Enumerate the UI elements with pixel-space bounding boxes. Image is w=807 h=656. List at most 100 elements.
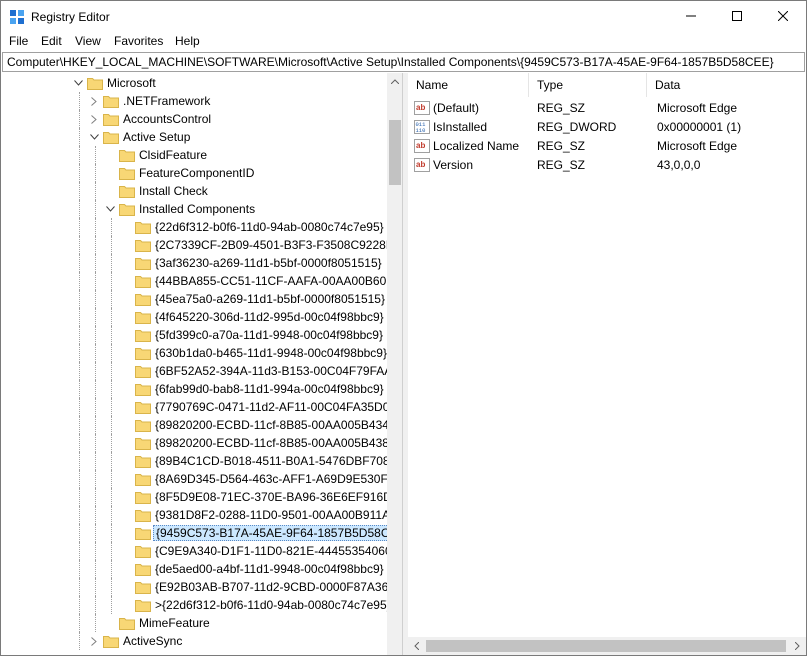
tree-item[interactable]: {6fab99d0-bab8-11d1-994a-00c04f98bbc9}: [1, 380, 387, 398]
tree-guide-line: [79, 560, 80, 578]
tree-guide-line: [79, 524, 80, 542]
folder-icon: [103, 130, 119, 144]
tree-item[interactable]: {2C7339CF-2B09-4501-B3F3-F3508C9228ED}: [1, 236, 402, 254]
tree-item[interactable]: FeatureComponentID: [1, 164, 387, 182]
tree-item[interactable]: {89B4C1CD-B018-4511-B0A1-5476DBF70820}: [1, 452, 402, 470]
chevron-down-icon[interactable]: [72, 77, 84, 89]
tree-item[interactable]: ActiveSync: [1, 632, 387, 650]
tree-scroll-thumb[interactable]: [389, 120, 401, 185]
chevron-right-icon[interactable]: [88, 95, 100, 107]
values-list-pane[interactable]: Name Type Data ab (Default) REG_SZ Micro…: [408, 73, 806, 655]
tree-item[interactable]: {45ea75a0-a269-11d1-b5bf-0000f8051515}: [1, 290, 387, 308]
tree-item[interactable]: {8A69D345-D564-463c-AFF1-A69D9E530F96}: [1, 470, 402, 488]
tree-guide-line: [95, 398, 96, 416]
tree-guide-line: [79, 398, 80, 416]
string-value-icon: ab: [414, 100, 430, 116]
tree-item[interactable]: >{22d6f312-b0f6-11d0-94ab-0080c74c7e95}: [1, 596, 391, 614]
tree-guide-line: [95, 200, 96, 218]
tree-item[interactable]: {22d6f312-b0f6-11d0-94ab-0080c74c7e95}: [1, 218, 387, 236]
tree-guide-line: [95, 272, 96, 290]
address-bar[interactable]: Computer\HKEY_LOCAL_MACHINE\SOFTWARE\Mic…: [2, 52, 805, 72]
menu-file[interactable]: File: [9, 34, 28, 48]
tree-guide-line: [111, 488, 112, 506]
tree-item[interactable]: {C9E9A340-D1F1-11D0-821E-444553540600}: [1, 542, 402, 560]
value-row[interactable]: 011 110 IsInstalled REG_DWORD 0x00000001 …: [408, 117, 806, 136]
close-button[interactable]: [760, 1, 806, 31]
folder-icon: [119, 184, 135, 198]
folder-icon: [135, 328, 151, 342]
minimize-icon: [686, 15, 696, 17]
value-row[interactable]: ab (Default) REG_SZ Microsoft Edge: [408, 98, 806, 117]
tree-item[interactable]: AccountsControl: [1, 110, 387, 128]
menu-help[interactable]: Help: [175, 34, 200, 48]
tree-item[interactable]: {89820200-ECBD-11cf-8B85-00AA005B4383}: [1, 434, 400, 452]
tree-item-label: {89820200-ECBD-11cf-8B85-00AA005B4383}: [155, 436, 400, 450]
tree-item[interactable]: {44BBA855-CC51-11CF-AAFA-00AA00B6015F}: [1, 272, 402, 290]
tree-item[interactable]: Install Check: [1, 182, 387, 200]
tree-item-label: {2C7339CF-2B09-4501-B3F3-F3508C9228ED}: [155, 238, 403, 252]
tree-guide-line: [79, 416, 80, 434]
chevron-right-icon[interactable]: [88, 113, 100, 125]
value-data: Microsoft Edge: [657, 101, 738, 115]
minimize-button[interactable]: [668, 1, 714, 31]
tree-item[interactable]: {E92B03AB-B707-11d2-9CBD-0000F87A369E}: [1, 578, 402, 596]
tree-item[interactable]: Microsoft: [1, 74, 387, 92]
tree-item[interactable]: {6BF52A52-394A-11d3-B153-00C04F79FAA6}: [1, 362, 402, 380]
tree-item-label: {9381D8F2-0288-11D0-9501-00AA00B911A5}: [155, 508, 401, 522]
tree-guide-line: [79, 200, 80, 218]
tree-guide-line: [79, 182, 80, 200]
tree-item[interactable]: MimeFeature: [1, 614, 387, 632]
chevron-down-icon[interactable]: [88, 131, 100, 143]
column-header-data[interactable]: Data: [647, 73, 797, 97]
scroll-right-arrow[interactable]: [789, 637, 806, 655]
scroll-up-arrow[interactable]: [387, 73, 402, 90]
menu-view[interactable]: View: [75, 34, 101, 48]
tree-guide-line: [111, 380, 112, 398]
tree-item[interactable]: Active Setup: [1, 128, 387, 146]
chevron-right-icon[interactable]: [88, 635, 100, 647]
tree-item[interactable]: {7790769C-0471-11d2-AF11-00C04FA35D02}: [1, 398, 400, 416]
key-tree-pane[interactable]: Microsoft .NETFramework AccountsControl Act…: [1, 73, 403, 655]
column-header-type[interactable]: Type: [529, 73, 646, 97]
title-bar[interactable]: Registry Editor: [1, 1, 806, 31]
tree-item-label: {6fab99d0-bab8-11d1-994a-00c04f98bbc9}: [155, 382, 384, 396]
tree-item[interactable]: {9459C573-B17A-45AE-9F64-1857B5D58CEE}: [1, 524, 402, 542]
tree-item[interactable]: {de5aed00-a4bf-11d1-9948-00c04f98bbc9}: [1, 560, 387, 578]
folder-icon: [135, 220, 151, 234]
tree-item[interactable]: {5fd399c0-a70a-11d1-9948-00c04f98bbc9}: [1, 326, 387, 344]
tree-guide-line: [95, 560, 96, 578]
tree-item[interactable]: .NETFramework: [1, 92, 387, 110]
tree-vertical-scrollbar[interactable]: [387, 73, 402, 655]
tree-guide-line: [111, 272, 112, 290]
list-horizontal-scrollbar[interactable]: [408, 637, 806, 655]
folder-icon: [135, 310, 151, 324]
tree-item[interactable]: {630b1da0-b465-11d1-9948-00c04f98bbc9}: [1, 344, 387, 362]
column-header-name[interactable]: Name: [408, 73, 528, 97]
scroll-left-arrow[interactable]: [408, 637, 425, 655]
menu-favorites[interactable]: Favorites: [114, 34, 163, 48]
tree-item[interactable]: {4f645220-306d-11d2-995d-00c04f98bbc9}: [1, 308, 387, 326]
maximize-button[interactable]: [714, 1, 760, 31]
tree-item-label: {44BBA855-CC51-11CF-AAFA-00AA00B6015F}: [155, 274, 403, 288]
tree-item[interactable]: {8F5D9E08-71EC-370E-BA96-36E6EF916DF2}: [1, 488, 402, 506]
tree-guide-line: [79, 506, 80, 524]
tree-item[interactable]: ClsidFeature: [1, 146, 387, 164]
value-type: REG_DWORD: [537, 120, 617, 134]
tree-item[interactable]: {89820200-ECBD-11cf-8B85-00AA005B4340}: [1, 416, 400, 434]
list-scroll-thumb[interactable]: [426, 640, 786, 652]
tree-guide-line: [111, 416, 112, 434]
menu-edit[interactable]: Edit: [41, 34, 62, 48]
tree-item-label: {C9E9A340-D1F1-11D0-821E-444553540600}: [155, 544, 403, 558]
tree-guide-line: [111, 326, 112, 344]
tree-guide-line: [79, 488, 80, 506]
tree-guide-line: [79, 290, 80, 308]
value-row[interactable]: ab Localized Name REG_SZ Microsoft Edge: [408, 136, 806, 155]
tree-item[interactable]: {3af36230-a269-11d1-b5bf-0000f8051515}: [1, 254, 387, 272]
tree-item[interactable]: {9381D8F2-0288-11D0-9501-00AA00B911A5}: [1, 506, 401, 524]
value-row[interactable]: ab Version REG_SZ 43,0,0,0: [408, 155, 806, 174]
value-type: REG_SZ: [537, 158, 586, 172]
chevron-down-icon[interactable]: [104, 203, 116, 215]
chevron-up-icon: [391, 79, 399, 84]
tree-item[interactable]: Installed Components: [1, 200, 387, 218]
binary-value-icon: 011 110: [414, 119, 430, 135]
